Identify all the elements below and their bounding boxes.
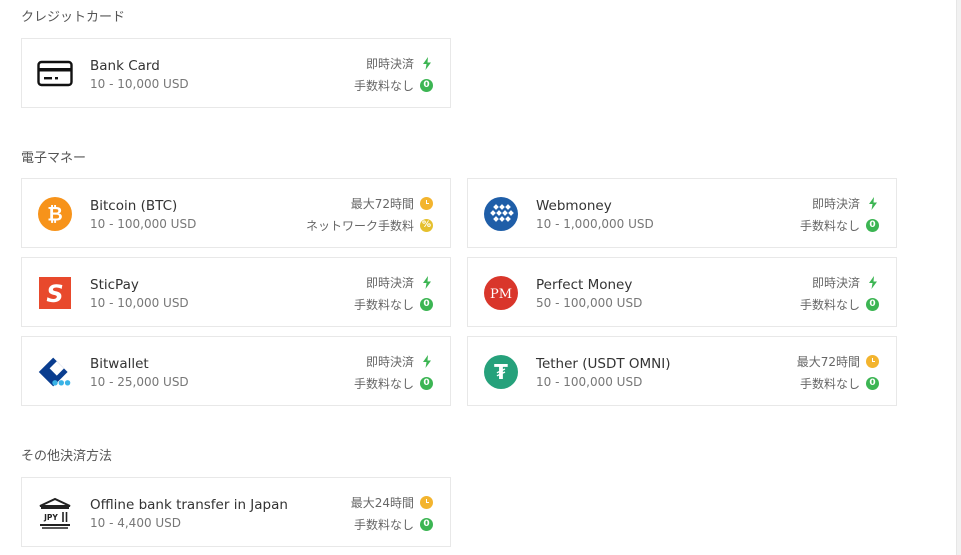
- zero-fee-icon: 0: [420, 377, 433, 390]
- processing-time: 最大72時間: [797, 353, 879, 370]
- processing-time: 最大24時間: [351, 494, 433, 511]
- payment-card-perfect-money[interactable]: PM Perfect Money 50 - 100,000 USD 即時決済 手…: [467, 257, 897, 327]
- method-name: Bank Card: [90, 58, 160, 74]
- section-title-credit: クレジットカード: [21, 10, 126, 25]
- fee-label: 手数料なし: [353, 377, 414, 391]
- fee-label: 手数料なし: [799, 377, 860, 391]
- payment-card-bitwallet[interactable]: Bitwallet 10 - 25,000 USD 即時決済 手数料なし 0: [21, 336, 451, 406]
- method-name: Perfect Money: [536, 277, 633, 293]
- svg-text:PM: PM: [490, 287, 512, 302]
- zero-fee-icon: 0: [420, 298, 433, 311]
- method-range: 10 - 4,400 USD: [90, 516, 182, 530]
- lightning-icon: [420, 355, 433, 368]
- zero-fee-icon: 0: [420, 518, 433, 531]
- processing-time: 即時決済: [812, 195, 879, 212]
- fee-info: ネットワーク手数料 %: [306, 217, 433, 234]
- processing-time: 最大72時間: [351, 195, 433, 212]
- fee-label: 手数料なし: [353, 79, 414, 93]
- method-name: Tether (USDT OMNI): [536, 356, 671, 372]
- fee-info: 手数料なし 0: [354, 77, 433, 94]
- lightning-icon: [420, 57, 433, 70]
- processing-time-label: 即時決済: [811, 276, 860, 290]
- sticpay-icon: S: [37, 275, 73, 311]
- processing-time: 即時決済: [812, 274, 879, 291]
- zero-fee-icon: 0: [866, 298, 879, 311]
- processing-time: 即時決済: [366, 55, 433, 72]
- method-range: 10 - 10,000 USD: [90, 296, 189, 310]
- fee-label: 手数料なし: [799, 219, 860, 233]
- payment-card-sticpay[interactable]: S SticPay 10 - 10,000 USD 即時決済 手数料なし 0: [21, 257, 451, 327]
- method-range: 10 - 100,000 USD: [536, 375, 643, 389]
- payment-card-bankcard[interactable]: Bank Card 10 - 10,000 USD 即時決済 手数料なし 0: [21, 38, 451, 108]
- payment-card-webmoney[interactable]: Webmoney 10 - 1,000,000 USD 即時決済 手数料なし 0: [467, 178, 897, 248]
- method-range: 10 - 25,000 USD: [90, 375, 189, 389]
- method-name: SticPay: [90, 277, 139, 293]
- processing-time-label: 即時決済: [811, 197, 860, 211]
- fee-label: 手数料なし: [799, 298, 860, 312]
- payment-card-bitcoin[interactable]: ₿ Bitcoin (BTC) 10 - 100,000 USD 最大72時間 …: [21, 178, 451, 248]
- fee-info: 手数料なし 0: [354, 516, 433, 533]
- method-name: Offline bank transfer in Japan: [90, 497, 288, 513]
- fee-info: 手数料なし 0: [800, 296, 879, 313]
- payment-card-tether[interactable]: ₮ Tether (USDT OMNI) 10 - 100,000 USD 最大…: [467, 336, 897, 406]
- svg-text:₿: ₿: [47, 204, 62, 226]
- fee-info: 手数料なし 0: [800, 375, 879, 392]
- lightning-icon: [866, 197, 879, 210]
- processing-time: 即時決済: [366, 274, 433, 291]
- fee-info: 手数料なし 0: [354, 296, 433, 313]
- processing-time-label: 最大72時間: [796, 355, 860, 369]
- processing-time-label: 即時決済: [365, 276, 414, 290]
- zero-fee-icon: 0: [420, 79, 433, 92]
- lightning-icon: [420, 276, 433, 289]
- method-range: 50 - 100,000 USD: [536, 296, 643, 310]
- percent-icon: %: [420, 219, 433, 232]
- processing-time-label: 即時決済: [365, 57, 414, 71]
- zero-fee-icon: 0: [866, 377, 879, 390]
- method-range: 10 - 100,000 USD: [90, 217, 197, 231]
- webmoney-icon: [483, 196, 519, 232]
- scrollbar[interactable]: [956, 0, 961, 555]
- method-range: 10 - 10,000 USD: [90, 77, 189, 91]
- processing-time: 即時決済: [366, 353, 433, 370]
- svg-text:S: S: [46, 280, 63, 308]
- method-name: Webmoney: [536, 198, 612, 214]
- credit-card-icon: [37, 56, 73, 92]
- bitcoin-icon: ₿: [37, 196, 73, 232]
- payment-card-offline-bank[interactable]: JPY Offline bank transfer in Japan 10 - …: [21, 477, 451, 547]
- processing-time-label: 最大72時間: [350, 197, 414, 211]
- processing-time-label: 最大24時間: [350, 496, 414, 510]
- method-name: Bitwallet: [90, 356, 149, 372]
- method-name: Bitcoin (BTC): [90, 198, 178, 214]
- perfect-money-icon: PM: [483, 275, 519, 311]
- tether-icon: ₮: [483, 354, 519, 390]
- section-title-emoney: 電子マネー: [21, 151, 87, 166]
- fee-info: 手数料なし 0: [800, 217, 879, 234]
- section-title-other: その他決済方法: [21, 449, 113, 464]
- method-range: 10 - 1,000,000 USD: [536, 217, 654, 231]
- svg-text:₮: ₮: [494, 360, 508, 384]
- svg-text:JPY: JPY: [43, 513, 58, 522]
- fee-label: ネットワーク手数料: [305, 219, 414, 233]
- bank-building-icon: JPY: [37, 495, 73, 531]
- fee-label: 手数料なし: [353, 298, 414, 312]
- clock-icon: [866, 355, 879, 368]
- fee-info: 手数料なし 0: [354, 375, 433, 392]
- fee-label: 手数料なし: [353, 518, 414, 532]
- zero-fee-icon: 0: [866, 219, 879, 232]
- bitwallet-icon: [37, 354, 73, 390]
- processing-time-label: 即時決済: [365, 355, 414, 369]
- clock-icon: [420, 496, 433, 509]
- clock-icon: [420, 197, 433, 210]
- lightning-icon: [866, 276, 879, 289]
